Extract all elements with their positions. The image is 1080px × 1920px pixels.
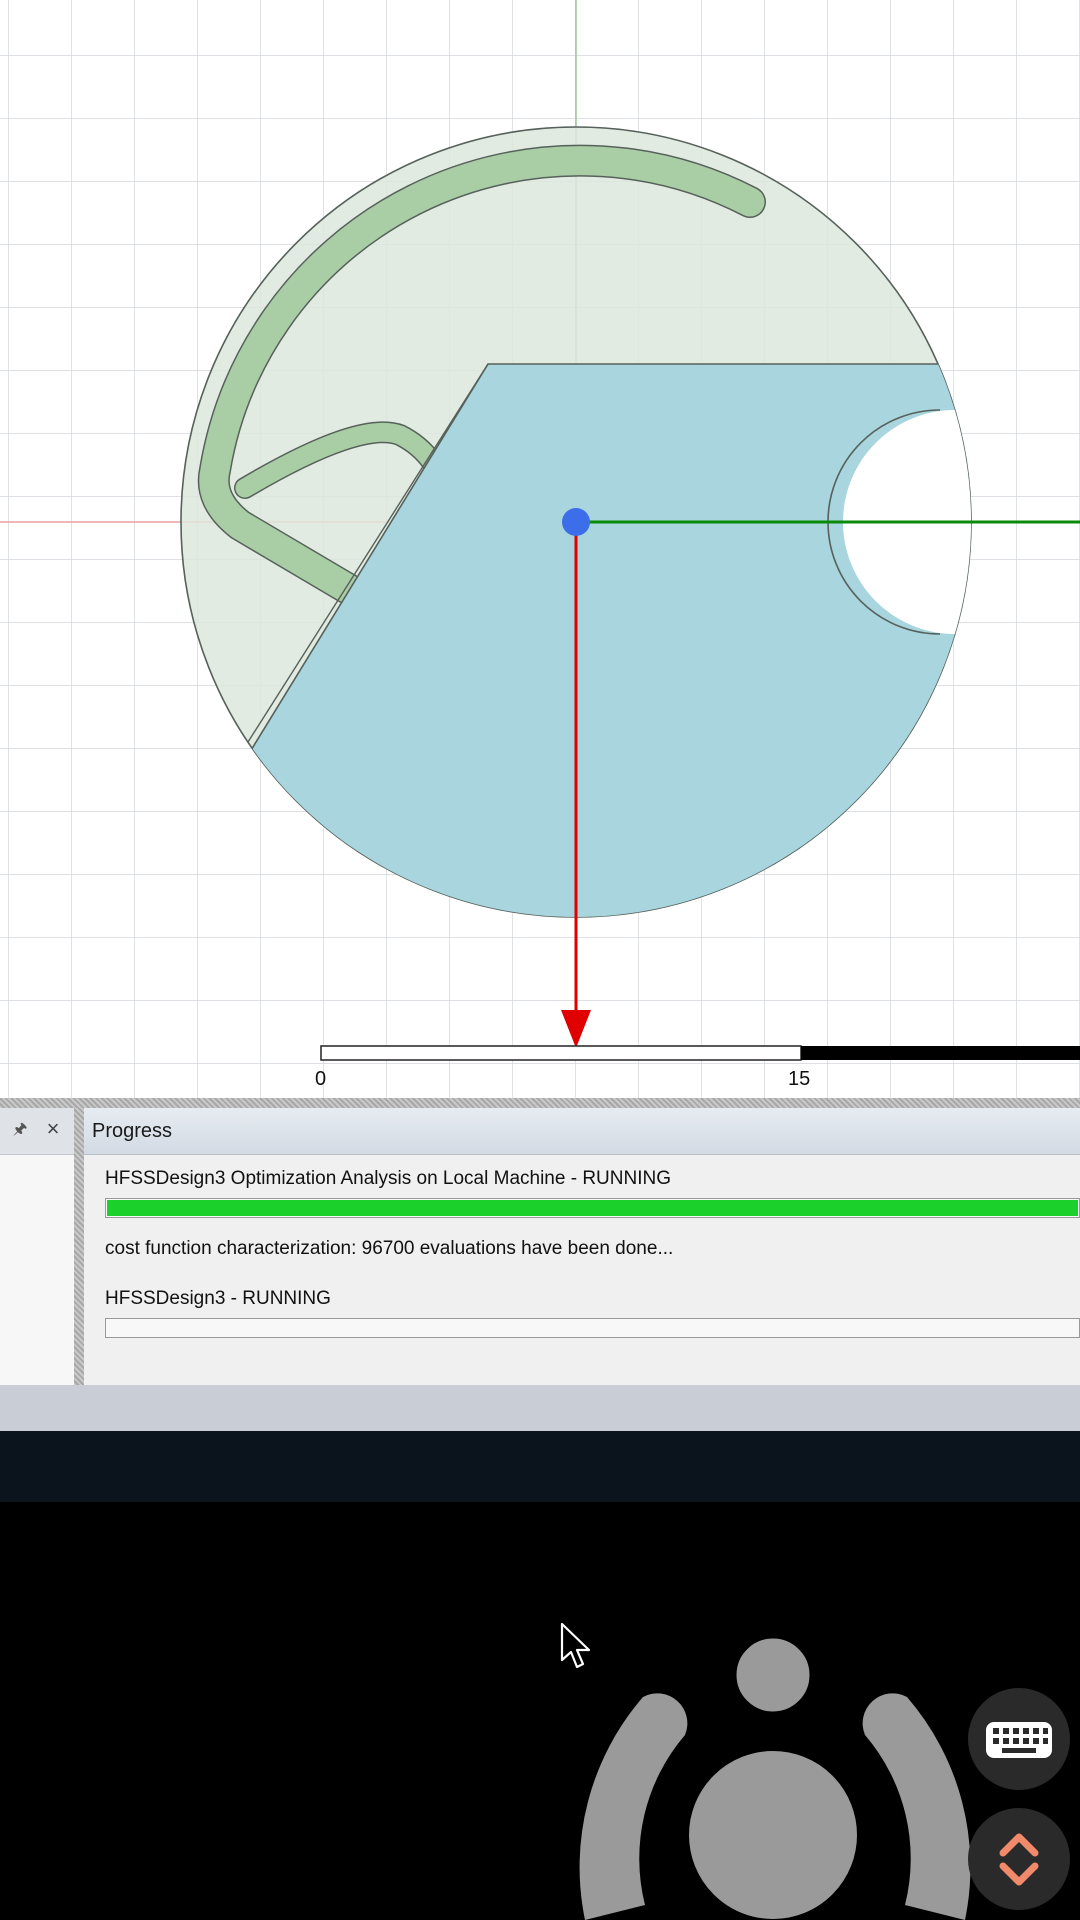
left-docked-pane: 🖈 × [0, 1108, 74, 1385]
expand-collapse-icon [999, 1833, 1039, 1886]
model-canvas[interactable] [0, 0, 1080, 1098]
progress-panel: Progress HFSSDesign3 Optimization Analys… [84, 1108, 1080, 1385]
pin-icon[interactable]: 🖈 [10, 1120, 30, 1140]
taskbar [0, 1431, 1080, 1502]
progress-status-text: cost function characterization: 96700 ev… [105, 1238, 674, 1259]
horizontal-splitter[interactable] [0, 1098, 1080, 1108]
expand-collapse-button[interactable] [968, 1808, 1070, 1910]
progress-header: Progress [84, 1108, 1080, 1155]
progress-bar [105, 1198, 1080, 1218]
scale-label-mid: 15 [788, 1068, 811, 1090]
keyboard-icon [986, 1722, 1052, 1758]
keyboard-button[interactable] [968, 1688, 1070, 1790]
origin-marker [562, 508, 590, 536]
scale-bar-black [801, 1046, 1080, 1060]
left-pane-header: 🖈 × [0, 1108, 74, 1155]
progress-title: Progress [92, 1120, 173, 1142]
close-icon[interactable]: × [42, 1118, 64, 1140]
progress-bar-fill [107, 1200, 1078, 1216]
progress-bar [105, 1318, 1080, 1338]
status-strip [0, 1385, 1080, 1431]
progress-item-label: HFSSDesign3 - RUNNING [105, 1288, 331, 1309]
progress-item-label: HFSSDesign3 Optimization Analysis on Loc… [105, 1168, 671, 1189]
scale-label-start: 0 [315, 1068, 327, 1090]
gamepad-icon[interactable] [575, 1635, 975, 1920]
model-viewport[interactable]: 0 15 [0, 0, 1080, 1098]
scale-bar-white [320, 1045, 802, 1061]
vertical-splitter[interactable] [74, 1108, 84, 1385]
